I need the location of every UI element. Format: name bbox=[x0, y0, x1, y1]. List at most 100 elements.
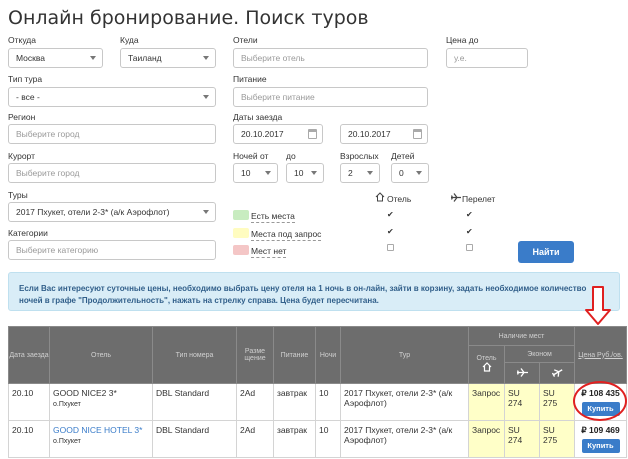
resort-input[interactable]: Выберите город bbox=[8, 163, 216, 183]
to-label: Куда bbox=[120, 35, 139, 45]
flight-check-none[interactable] bbox=[466, 244, 473, 251]
cell-hotel-status: Запрос bbox=[468, 420, 505, 458]
header-hotel[interactable]: Отель bbox=[49, 326, 153, 384]
cell-meals: завтрак bbox=[273, 383, 316, 421]
header-availability: Наличие мест bbox=[467, 326, 576, 346]
chevron-down-icon bbox=[203, 210, 209, 214]
info-alert: Если Вас интересуют суточные цены, необх… bbox=[8, 272, 620, 311]
cell-hotel: GOOD NICE HOTEL 3* о.Пхукет bbox=[49, 420, 153, 458]
header-room-type[interactable]: Тип номера bbox=[152, 326, 237, 384]
calendar-icon bbox=[308, 129, 317, 139]
chevron-down-icon bbox=[311, 171, 317, 175]
categories-label: Категории bbox=[8, 228, 48, 238]
from-select[interactable]: Москва bbox=[8, 48, 103, 68]
nights-from-label: Ночей от bbox=[233, 151, 269, 161]
price-value: ₽ 109 469 bbox=[581, 425, 620, 435]
nights-to-label: до bbox=[286, 151, 296, 161]
children-label: Детей bbox=[391, 151, 415, 161]
adults-label: Взрослых bbox=[340, 151, 379, 161]
search-button[interactable]: Найти bbox=[518, 241, 574, 263]
header-avail-hotel: Отель bbox=[468, 345, 505, 384]
legend-available-label: Есть места bbox=[251, 211, 295, 223]
cell-nights: 10 bbox=[315, 383, 341, 421]
legend-none-label: Мест нет bbox=[251, 246, 287, 258]
header-nights[interactable]: Ночи bbox=[315, 326, 341, 384]
home-icon bbox=[482, 362, 491, 372]
children-select[interactable]: 0 bbox=[391, 163, 429, 183]
cell-hotel-status: Запрос bbox=[468, 383, 505, 421]
price-to-label: Цена до bbox=[446, 35, 479, 45]
hotels-input[interactable]: Выберите отель bbox=[233, 48, 428, 68]
annotation-circle bbox=[573, 381, 627, 421]
hotel-check-request[interactable]: ✔ bbox=[387, 228, 394, 236]
cell-room: DBL Standard bbox=[152, 383, 237, 421]
hotel-check-available[interactable]: ✔ bbox=[387, 211, 394, 219]
hotel-name-link[interactable]: GOOD NICE HOTEL 3* bbox=[53, 425, 149, 435]
adults-select[interactable]: 2 bbox=[340, 163, 380, 183]
region-input[interactable]: Выберите город bbox=[8, 124, 216, 144]
flight-check-available[interactable]: ✔ bbox=[466, 211, 473, 219]
calendar-icon bbox=[413, 129, 422, 139]
cell-placement: 2Ad bbox=[236, 383, 274, 421]
cell-flight-out: SU 274 bbox=[504, 420, 540, 458]
hotel-name: GOOD NICE2 3* bbox=[53, 388, 117, 398]
nights-to-select[interactable]: 10 bbox=[286, 163, 324, 183]
date-from-input[interactable]: 20.10.2017 bbox=[233, 124, 323, 144]
home-icon bbox=[375, 192, 385, 204]
plane-icon bbox=[516, 367, 528, 377]
hotel-city: о.Пхукет bbox=[53, 401, 81, 408]
chevron-down-icon bbox=[265, 171, 271, 175]
tour-type-label: Тип тура bbox=[8, 74, 43, 84]
cell-tour: 2017 Пхукет, отели 2-3* (а/к Аэрофлот) bbox=[340, 420, 469, 458]
categories-input[interactable]: Выберите категорию bbox=[8, 240, 216, 260]
legend-available-swatch bbox=[233, 210, 249, 220]
nights-from-select[interactable]: 10 bbox=[233, 163, 278, 183]
hotels-label: Отели bbox=[233, 35, 258, 45]
resort-label: Курорт bbox=[8, 151, 35, 161]
avail-hotel-label: Отель bbox=[476, 355, 497, 362]
cell-price: ₽ 109 469 Купить bbox=[574, 420, 628, 458]
page-title: Онлайн бронирование. Поиск туров bbox=[8, 7, 369, 29]
results-table: Дата заезда Отель Тип номера Разме щение… bbox=[8, 326, 628, 458]
buy-button[interactable]: Купить bbox=[581, 439, 620, 453]
chevron-down-icon bbox=[203, 95, 209, 99]
plane-icon bbox=[450, 193, 461, 204]
table-row: 20.10 GOOD NICE2 3* о.Пхукет DBL Standar… bbox=[8, 383, 628, 421]
header-meals[interactable]: Питание bbox=[273, 326, 316, 384]
tour-type-select[interactable]: - все - bbox=[8, 87, 216, 107]
region-label: Регион bbox=[8, 112, 36, 122]
cell-tour: 2017 Пхукет, отели 2-3* (а/к Аэрофлот) bbox=[340, 383, 469, 421]
header-date[interactable]: Дата заезда bbox=[8, 326, 50, 384]
price-to-input[interactable]: у.е. bbox=[446, 48, 528, 68]
meals-input[interactable]: Выберите питание bbox=[233, 87, 428, 107]
flight-check-request[interactable]: ✔ bbox=[466, 228, 473, 236]
header-outbound bbox=[504, 362, 540, 384]
from-label: Откуда bbox=[8, 35, 36, 45]
cell-hotel: GOOD NICE2 3* о.Пхукет bbox=[49, 383, 153, 421]
header-price[interactable]: Цена Руб./ов. bbox=[574, 326, 628, 384]
cell-flight-out: SU 274 bbox=[504, 383, 540, 421]
flight-col-label: Перелет bbox=[462, 194, 496, 204]
cell-nights: 10 bbox=[315, 420, 341, 458]
plane-icon bbox=[551, 368, 563, 377]
tours-select[interactable]: 2017 Пхукет, отели 2-3* (а/к Аэрофлот) bbox=[8, 202, 216, 222]
date-to-input[interactable]: 20.10.2017 bbox=[340, 124, 428, 144]
cell-date: 20.10 bbox=[8, 383, 50, 421]
header-tour[interactable]: Тур bbox=[340, 326, 469, 384]
cell-room: DBL Standard bbox=[152, 420, 237, 458]
header-placement[interactable]: Разме щение bbox=[236, 326, 274, 384]
cell-meals: завтрак bbox=[273, 420, 316, 458]
cell-flight-back: SU 275 bbox=[538, 383, 576, 421]
table-row: 20.10 GOOD NICE HOTEL 3* о.Пхукет DBL St… bbox=[8, 420, 628, 458]
hotel-check-none[interactable] bbox=[387, 244, 394, 251]
cell-date: 20.10 bbox=[8, 420, 50, 458]
chevron-down-icon bbox=[416, 171, 422, 175]
legend-none-swatch bbox=[233, 245, 249, 255]
to-select[interactable]: Таиланд bbox=[120, 48, 216, 68]
annotation-arrow-down-icon bbox=[584, 286, 612, 328]
chevron-down-icon bbox=[203, 56, 209, 60]
hotel-city: о.Пхукет bbox=[53, 438, 81, 445]
hotel-col-label: Отель bbox=[387, 194, 412, 204]
tours-label: Туры bbox=[8, 190, 28, 200]
legend-request-swatch bbox=[233, 228, 249, 238]
